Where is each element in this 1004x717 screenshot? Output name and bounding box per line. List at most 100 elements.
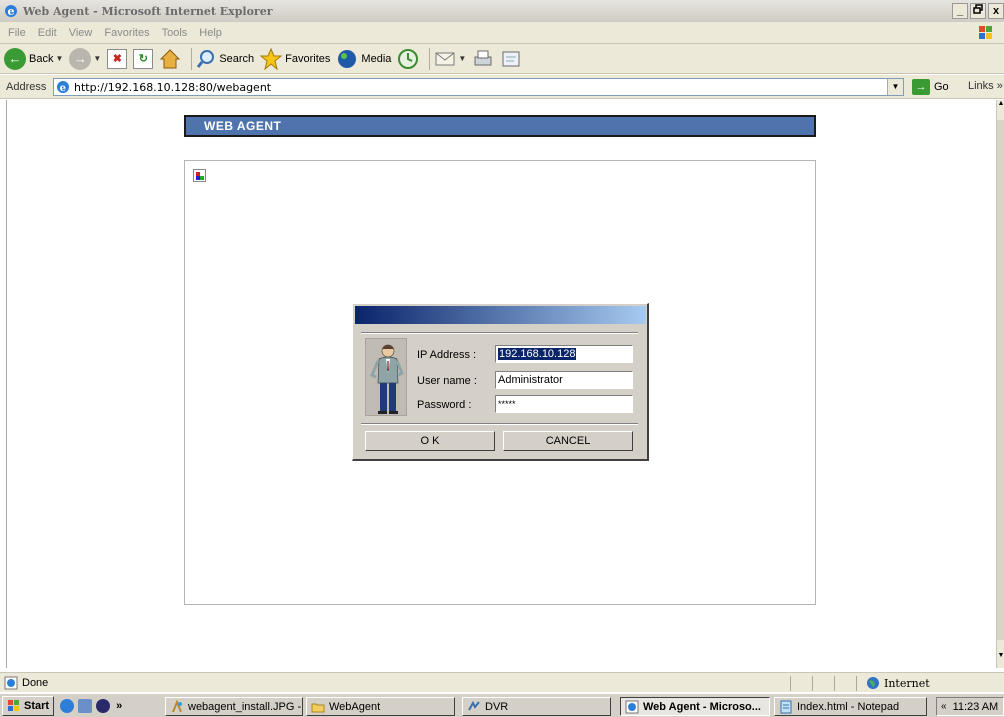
notepad-icon [780,700,792,713]
ie-page-icon: e [57,81,69,94]
dialog-titlebar[interactable] [355,306,646,324]
address-url: http://192.168.10.128:80/webagent [74,80,272,94]
password-field[interactable]: ***** [495,395,633,413]
edit-page-icon [502,51,520,66]
username-label: User name : [417,375,477,387]
back-arrow-icon: ← [4,47,26,70]
links-button[interactable]: Links » [968,80,1003,92]
media-label: Media [361,52,392,65]
window-controls: _ x [952,3,1004,19]
print-button[interactable] [472,49,494,69]
window-titlebar: e Web Agent - Microsoft Internet Explore… [0,0,1004,22]
svg-text:e: e [8,5,15,18]
security-zone[interactable]: Internet [866,676,930,690]
ie-page-icon [4,676,18,689]
divider [361,423,638,425]
status-pane [834,676,835,691]
menu-file[interactable]: File [8,27,26,39]
search-button[interactable]: Search [196,49,254,69]
menu-favorites[interactable]: Favorites [104,27,149,39]
quick-launch-more[interactable]: » [116,700,122,712]
status-text: Done [22,676,49,689]
taskbar: Start » webagent_install.JPG - ... WebAg… [0,693,1004,717]
task-web-agent-ie[interactable]: Web Agent - Microso... [620,697,770,716]
system-tray: « 11:23 AM [936,697,1004,716]
menu-bar: File Edit View Favorites Tools Help [0,22,1004,44]
edit-button[interactable] [500,49,522,69]
dropdown-arrow-icon: ▼ [93,54,102,63]
task-label: webagent_install.JPG - ... [188,700,303,713]
address-dropdown-button[interactable]: ▼ [887,79,903,95]
task-label: DVR [485,700,509,713]
mail-icon [435,52,455,65]
ok-button[interactable]: O K [365,431,495,451]
username-field[interactable]: Administrator [495,371,633,389]
close-button[interactable]: x [988,3,1004,19]
dropdown-arrow-icon: ▼ [458,54,467,63]
media-button[interactable]: Media [336,48,391,70]
paint-icon [172,699,182,712]
ip-address-value: 192.168.10.128 [498,348,577,360]
start-button[interactable]: Start [2,695,55,716]
task-webagent-install[interactable]: webagent_install.JPG - ... [165,697,303,716]
back-label: Back [29,52,54,65]
favorites-label: Favorites [285,52,331,65]
windows-logo-icon [979,26,992,39]
history-icon [398,48,419,69]
address-input[interactable]: e http://192.168.10.128:80/webagent ▼ [53,78,904,96]
forward-arrow-icon: → [69,47,92,70]
svg-text:e: e [60,83,66,94]
scroll-down-icon[interactable]: ▼ [997,652,1004,668]
menu-view[interactable]: View [69,27,93,39]
task-index-notepad[interactable]: Index.html - Notepad [774,697,927,716]
outlook-icon[interactable] [78,698,93,713]
address-bar: Address e http://192.168.10.128:80/webag… [0,75,1004,99]
menu-edit[interactable]: Edit [38,27,57,39]
ie-icon[interactable] [60,698,75,713]
clock[interactable]: 11:23 AM [953,701,999,713]
ip-address-field[interactable]: 192.168.10.128 [495,345,633,363]
broken-image-icon [193,169,206,182]
dropdown-arrow-icon: ▼ [55,54,64,63]
refresh-button[interactable]: ↻ [133,48,154,69]
go-button[interactable]: → Go [912,79,949,95]
task-label: WebAgent [329,700,381,713]
go-label: Go [934,81,949,93]
home-button[interactable] [159,48,181,70]
menu-tools[interactable]: Tools [162,27,188,39]
mail-button[interactable]: ▼ [434,49,466,69]
scroll-thumb[interactable] [997,120,1004,640]
window-title: Web Agent - Microsoft Internet Explorer [23,4,273,18]
favorites-button[interactable]: Favorites [260,47,331,70]
ip-address-label: IP Address : [417,349,477,361]
task-label: Web Agent - Microso... [643,700,761,713]
home-icon [160,48,181,68]
stop-icon: ✖ [107,48,128,69]
back-button[interactable]: ← Back ▼ [4,47,64,70]
banner-title: WEB AGENT [204,119,282,133]
stop-button[interactable]: ✖ [107,48,128,69]
vertical-scrollbar[interactable]: ▲ ▼ [996,100,1004,668]
scroll-up-icon[interactable]: ▲ [997,100,1004,116]
task-dvr[interactable]: DVR [462,697,611,716]
cancel-button[interactable]: CANCEL [503,431,633,451]
history-button[interactable] [397,48,419,70]
password-label: Password : [417,399,472,411]
forward-button[interactable]: → ▼ [69,47,102,70]
maximize-button[interactable] [970,3,986,19]
toolbar-separator [191,47,193,70]
minimize-button[interactable]: _ [952,3,968,19]
quick-launch [60,698,111,713]
toolbar: ← Back ▼ → ▼ ✖ ↻ Search Favorites Media … [0,44,1004,74]
globe-icon [867,677,879,689]
media-player-icon[interactable] [96,698,111,713]
start-label: Start [24,699,50,712]
media-icon [338,49,357,68]
task-webagent-folder[interactable]: WebAgent [306,697,455,716]
star-icon [260,47,283,70]
ie-icon [625,700,639,713]
menu-help[interactable]: Help [199,27,222,39]
links-label: Links [968,80,994,92]
divider [361,332,638,334]
tray-expand-button[interactable]: « [941,701,947,712]
